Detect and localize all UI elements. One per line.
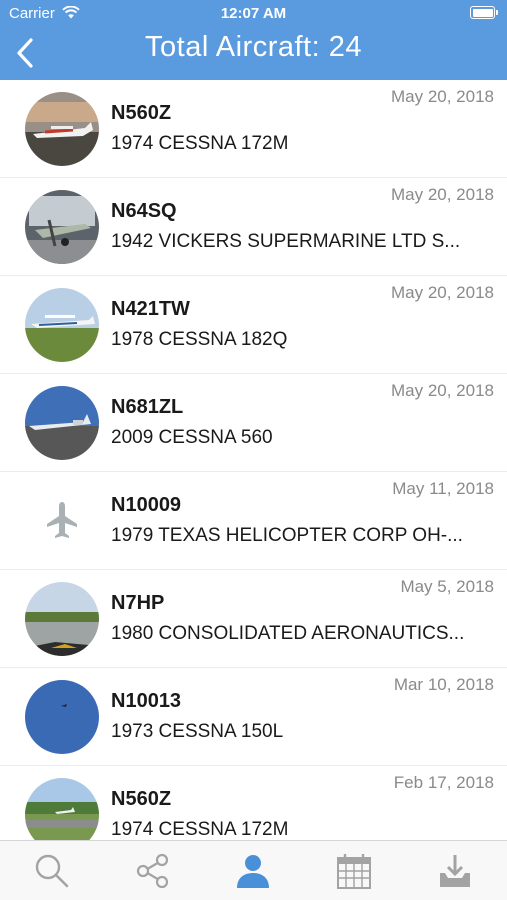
tab-download[interactable] <box>435 851 475 891</box>
tail-number: N64SQ <box>111 200 177 222</box>
tail-number: N560Z <box>111 788 172 810</box>
record-date: Feb 17, 2018 <box>393 773 494 792</box>
aircraft-row[interactable]: N10013 1973 CESSNA 150L Mar 10, 2018 <box>0 668 507 766</box>
aircraft-row[interactable]: N681ZL 2009 CESSNA 560 May 20, 2018 <box>0 374 507 472</box>
tab-share[interactable] <box>133 851 173 891</box>
record-date: May 20, 2018 <box>390 381 494 400</box>
page-title: Total Aircraft: 24 <box>145 31 362 63</box>
aircraft-model: 1973 CESSNA 150L <box>111 721 284 742</box>
download-icon <box>440 855 470 887</box>
tail-number: N421TW <box>111 298 190 320</box>
aircraft-row[interactable]: N64SQ 1942 VICKERS SUPERMARINE LTD S... … <box>0 178 507 276</box>
aircraft-model: 1942 VICKERS SUPERMARINE LTD S... <box>111 231 461 252</box>
tail-number: N10013 <box>111 690 182 712</box>
tail-number: N681ZL <box>111 396 184 418</box>
aircraft-model: 1979 TEXAS HELICOPTER CORP OH-... <box>111 525 463 546</box>
aircraft-row[interactable]: N7HP 1980 CONSOLIDATED AERONAUTICS... Ma… <box>0 570 507 668</box>
status-bar: Carrier 12:07 AM <box>0 0 507 28</box>
aircraft-photo-placeholder <box>25 484 99 558</box>
aircraft-row[interactable]: N10009 1979 TEXAS HELICOPTER CORP OH-...… <box>0 472 507 570</box>
profile-icon <box>237 855 269 888</box>
aircraft-photo <box>25 288 99 362</box>
aircraft-model: 1974 CESSNA 172M <box>111 819 289 840</box>
tail-number: N7HP <box>111 592 165 614</box>
record-date: May 20, 2018 <box>390 283 494 302</box>
calendar-icon <box>337 854 371 889</box>
record-date: May 5, 2018 <box>400 577 494 596</box>
aircraft-model: 2009 CESSNA 560 <box>111 427 273 448</box>
record-date: May 20, 2018 <box>390 185 494 204</box>
aircraft-row[interactable]: N560Z 1974 CESSNA 172M May 20, 2018 <box>0 80 507 178</box>
aircraft-photo <box>25 778 99 840</box>
aircraft-photo <box>25 190 99 264</box>
tail-number: N10009 <box>111 494 182 516</box>
aircraft-model: 1974 CESSNA 172M <box>111 133 289 154</box>
aircraft-model: 1978 CESSNA 182Q <box>111 329 288 350</box>
aircraft-photo <box>25 582 99 656</box>
tab-search[interactable] <box>32 851 72 891</box>
share-icon <box>136 853 169 889</box>
record-date: May 11, 2018 <box>392 479 494 498</box>
aircraft-list: N560Z 1974 CESSNA 172M May 20, 2018 N64S… <box>0 80 507 840</box>
tab-bar <box>0 840 507 900</box>
aircraft-photo <box>25 680 99 754</box>
aircraft-row[interactable]: N560Z 1974 CESSNA 172M Feb 17, 2018 <box>0 766 507 840</box>
record-date: May 20, 2018 <box>390 87 494 106</box>
battery-icon <box>470 6 498 19</box>
aircraft-row[interactable]: N421TW 1978 CESSNA 182Q May 20, 2018 <box>0 276 507 374</box>
tail-number: N560Z <box>111 102 172 124</box>
aircraft-photo <box>25 386 99 460</box>
aircraft-photo <box>25 92 99 166</box>
airplane-icon <box>47 502 77 538</box>
search-icon <box>35 854 69 888</box>
tab-profile[interactable] <box>233 851 273 891</box>
record-date: Mar 10, 2018 <box>393 675 494 694</box>
status-time: 12:07 AM <box>220 5 287 22</box>
app-header: Carrier 12:07 AM Total Aircraft: 24 <box>0 0 507 80</box>
aircraft-model: 1980 CONSOLIDATED AERONAUTICS... <box>111 623 465 644</box>
tab-calendar[interactable] <box>334 851 374 891</box>
